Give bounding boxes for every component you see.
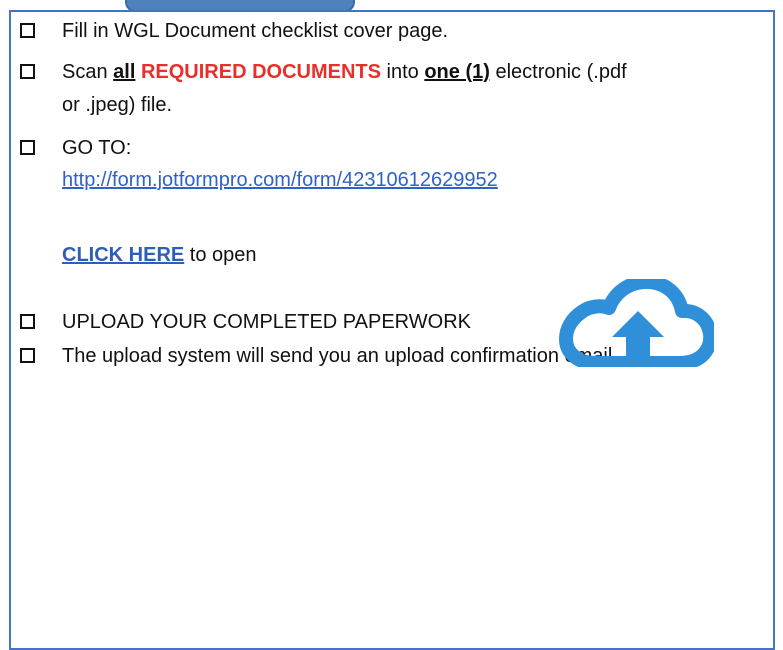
checkbox-icon[interactable] [20, 140, 35, 155]
all-emphasis: all [113, 61, 136, 83]
checkbox-icon[interactable] [20, 314, 35, 329]
to-open-text: to open [184, 244, 257, 266]
jotform-url-link[interactable]: http://form.jotformpro.com/form/42310612… [62, 165, 498, 195]
electronic-text: electronic (.pdf [489, 61, 627, 83]
checklist-item-label: UPLOAD YOUR COMPLETED PAPERWORK [62, 311, 471, 333]
checklist-item-label: The upload system will send you an uploa… [62, 345, 618, 367]
click-here-line: CLICK HERE to open [62, 240, 257, 270]
checkbox-icon[interactable] [20, 64, 35, 79]
into-text: into [380, 61, 425, 83]
one-file-emphasis: one (1) [424, 61, 490, 83]
scan-prefix: Scan [62, 61, 114, 83]
checkbox-icon[interactable] [20, 348, 35, 363]
required-documents-text: REQUIRED DOCUMENTS [140, 61, 381, 83]
goto-label: GO TO: [62, 137, 132, 159]
checklist-item-label: Fill in WGL Document checklist cover pag… [62, 20, 449, 42]
click-here-link[interactable]: CLICK HERE [62, 244, 184, 266]
checklist-item-label: Scan all REQUIRED DOCUMENTS into one (1)… [62, 57, 627, 87]
checkbox-icon[interactable] [20, 23, 35, 38]
file-types-text: or .jpeg) file. [62, 94, 173, 116]
cloud-upload-icon [559, 279, 714, 367]
